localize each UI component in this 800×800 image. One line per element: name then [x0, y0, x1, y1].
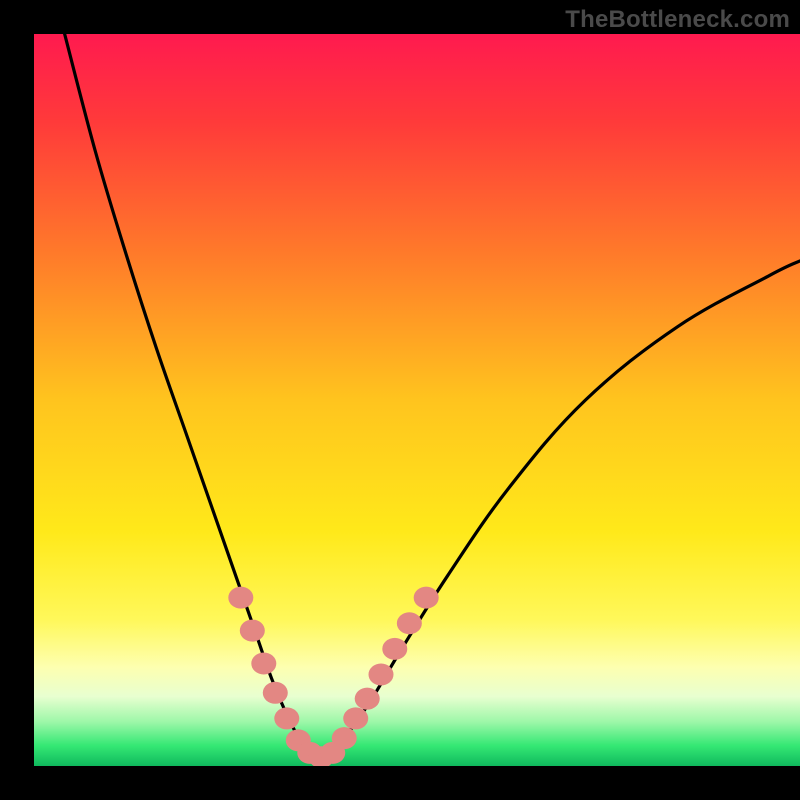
curve-marker: [397, 612, 422, 634]
curve-marker: [332, 727, 357, 749]
curve-marker: [251, 653, 276, 675]
plot-area: [34, 34, 800, 766]
curve-marker: [382, 638, 407, 660]
curve-marker: [368, 664, 393, 686]
curve-markers: [228, 587, 438, 766]
curve-marker: [263, 682, 288, 704]
outer-frame: TheBottleneck.com: [0, 0, 800, 800]
curve-marker: [274, 707, 299, 729]
curve-marker: [228, 587, 253, 609]
curve-marker: [414, 587, 439, 609]
chart-svg: [34, 34, 800, 766]
bottleneck-curve: [65, 34, 800, 757]
curve-marker: [343, 707, 368, 729]
curve-marker: [240, 620, 265, 642]
curve-marker: [355, 688, 380, 710]
watermark-text: TheBottleneck.com: [565, 6, 790, 34]
